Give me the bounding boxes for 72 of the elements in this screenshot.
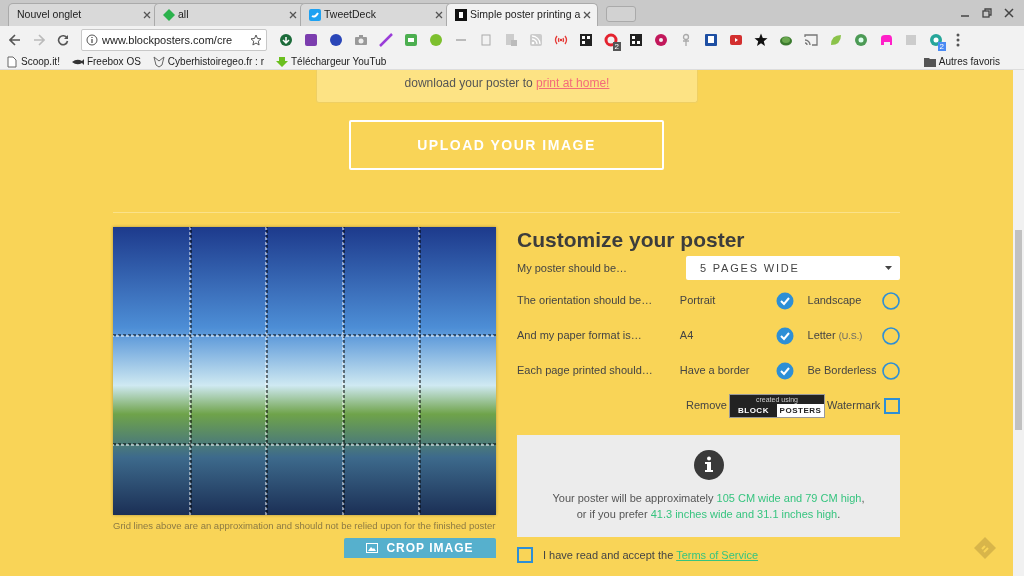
bookmark-link[interactable]: Téléchargeur YouTub [276,54,387,69]
empty-circle-icon[interactable] [882,326,900,345]
close-icon[interactable] [289,11,297,19]
square-icon[interactable] [403,33,418,47]
bookmark-link[interactable]: Freebox OS [71,54,141,69]
info-icon [86,34,98,46]
field-label: My poster should be… [517,260,629,276]
back-arrow-icon[interactable] [9,34,21,46]
empty-circle-icon[interactable] [882,291,900,310]
bookmark-folder[interactable]: Autres favoris [923,54,1000,69]
diamond-icon [163,9,175,21]
option-label: Landscape [807,293,862,309]
info-icon [693,450,724,480]
option-label: Be Borderless [807,363,877,379]
size-select[interactable]: 5 PAGES WIDE [686,256,900,280]
option-label: Portrait [679,293,716,309]
qr-code-icon[interactable] [628,33,643,47]
estimate-text: Your poster will be approximately 105 CM wide and 79 CM high, [552,491,865,506]
close-icon[interactable] [583,11,592,19]
circle-icon[interactable] [928,33,943,47]
bookmark-link[interactable]: Cyberhistoiregeo.fr : r [152,54,264,69]
option-label: A4 [679,328,694,344]
section-heading: Customize your poster [517,227,746,253]
star-icon[interactable] [753,33,768,47]
option-label: Remove [686,398,727,414]
leaf-icon[interactable] [828,33,843,47]
square-icon[interactable] [728,33,743,47]
checkbox[interactable] [517,547,533,564]
circle-icon[interactable] [278,33,293,47]
estimate-text: or if you prefer 41.3 inches wide and 31.1 inches high. [576,507,841,522]
ring-icon[interactable] [603,33,618,47]
folder-icon [923,56,936,67]
donut-icon[interactable] [653,33,668,47]
badge-count: 2 [937,42,946,51]
caption-text: Grid lines above are an approximation and should not be relied upon for the finished poster [113,519,496,533]
terms-text: I have read and accept the Terms of Service [543,548,759,563]
browser-tab[interactable]: Simple poster printing a [446,3,598,26]
address-bar[interactable]: www.blockposters.com/cre [81,29,267,51]
more-menu-icon[interactable] [956,33,960,47]
waves-icon[interactable] [553,33,568,47]
caret-icon [885,266,892,270]
badge-count: 2 [612,42,621,51]
bookmark-link[interactable]: Scoop.it! [6,54,60,69]
field-label: Each page printed should… [517,363,654,379]
down-arrow-icon [276,55,288,68]
close-icon[interactable] [435,11,443,19]
qr-code-icon[interactable] [578,33,593,47]
star-outline-icon[interactable] [250,34,262,46]
image-icon [366,543,379,553]
option-label: Watermark [826,398,881,414]
checked-circle-icon[interactable] [775,326,794,345]
field-label: The orientation should be… [517,293,654,309]
field-label: And my paper format is… [517,328,643,344]
option-label: Have a border [679,363,750,379]
restore-icon[interactable] [982,8,992,18]
scrollbar[interactable] [1013,70,1024,576]
circle-icon[interactable] [853,33,868,47]
empty-circle-icon[interactable] [882,361,900,380]
cast-icon[interactable] [803,33,818,47]
reload-icon[interactable] [57,34,69,46]
camera-icon[interactable] [353,33,368,47]
checkbox[interactable] [884,397,900,414]
pen-icon[interactable] [378,33,393,47]
close-icon[interactable] [1004,8,1014,18]
circle-icon[interactable] [328,33,343,47]
option-label: Letter (U.S.) [807,328,863,344]
close-icon[interactable] [143,11,151,19]
square-icon[interactable] [303,33,318,47]
square-icon [455,9,467,21]
checked-circle-icon[interactable] [775,361,794,380]
notice-text: download your poster to print at home! [316,70,698,103]
checked-circle-icon[interactable] [775,291,794,310]
